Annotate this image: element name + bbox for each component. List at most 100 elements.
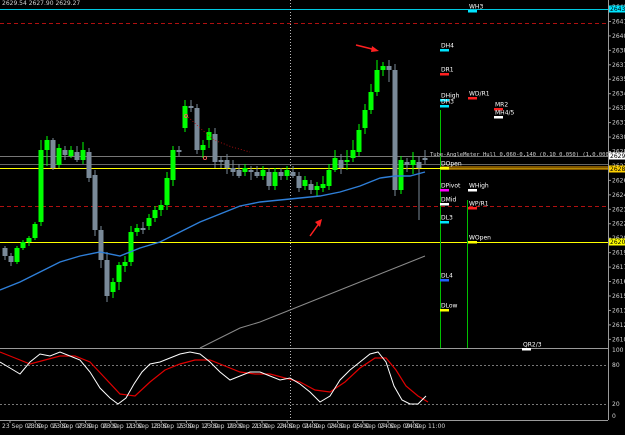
level-label: DL3 (441, 215, 453, 222)
price-label: 2613.70 (612, 307, 625, 314)
candle-bull (242, 168, 248, 172)
price-tag: 2629.27 (609, 152, 625, 160)
price-tag-label: 2643.90 (610, 6, 625, 13)
trading-chart-window[interactable]: 2629.54 2627.90 2629.27 WH3DH4DR1DHighDH… (0, 0, 625, 435)
price-label: 2615.05 (612, 293, 625, 300)
candle-bull (170, 150, 176, 180)
candle-bear (392, 70, 398, 190)
candle-bull (200, 145, 206, 150)
candle-bull (272, 172, 278, 186)
candle-bull (356, 130, 362, 152)
candle-bull (56, 148, 62, 165)
candle-bear (98, 230, 104, 260)
candle-bear (290, 172, 296, 176)
candle-bull (110, 282, 116, 292)
oscillator-label: 100 (612, 347, 624, 354)
candle-bear (86, 152, 92, 178)
price-tag-label: 2629.27 (610, 153, 625, 160)
level-label: DLow (441, 303, 458, 310)
level-label: DOpen (441, 161, 462, 168)
price-label: 2640.00 (612, 33, 625, 40)
price-label: 2626.15 (612, 177, 625, 184)
candle-bull (32, 224, 38, 238)
zone-band (440, 166, 608, 170)
price-label: 2624.75 (612, 192, 625, 199)
price-label: 2622.00 (612, 221, 625, 228)
level-label: QR2/3 (523, 342, 542, 349)
candle-bull (362, 110, 368, 128)
candle-bear (62, 150, 68, 155)
candle-bear (404, 162, 410, 165)
price-label: 2638.60 (612, 47, 625, 54)
price-tag: 2643.90 (609, 5, 625, 13)
candle-bull (284, 170, 290, 176)
candle-bull (260, 170, 266, 176)
candle-bull (128, 232, 134, 262)
candle-bull (320, 184, 326, 188)
candle-bear (212, 134, 218, 162)
candle-bear (92, 175, 98, 230)
level-label: WOpen (469, 235, 491, 242)
price-label: 2612.30 (612, 322, 625, 329)
price-label: 2637.25 (612, 62, 625, 69)
level-label: WH3 (469, 4, 483, 11)
candle-bear (188, 106, 194, 108)
candle-bull (302, 180, 308, 186)
candle-bear (278, 172, 284, 176)
candle-bear (194, 108, 200, 150)
level-label: DH3 (441, 99, 454, 106)
candle-bull (326, 170, 332, 186)
candle-bull (158, 205, 164, 210)
price-label: 2619.25 (612, 250, 625, 257)
price-tag-label: 2628.20 (610, 166, 625, 173)
candle-bull (152, 210, 158, 218)
candle-bull (80, 150, 86, 160)
candle-bull (134, 228, 140, 232)
candle-bull (314, 186, 320, 190)
candle-bear (338, 160, 344, 168)
candle-bull (206, 132, 212, 140)
candle-bear (2, 248, 8, 256)
level-label: MR2 (495, 102, 508, 109)
candle-bull (350, 150, 356, 158)
price-tag: 2620.40 (609, 238, 625, 246)
candle-bull (38, 150, 44, 222)
oscillator-label: 20 (612, 401, 620, 408)
price-label: 2630.30 (612, 134, 625, 141)
candle-bull (374, 70, 380, 92)
candle-bull (20, 242, 26, 248)
price-tag: 2628.20 (609, 165, 625, 173)
candle-bear (230, 168, 236, 172)
candle-bull (164, 178, 170, 205)
candle-bear (218, 160, 224, 162)
candle-bear (416, 162, 422, 168)
ohlc-readout: 2629.54 2627.90 2629.27 (2, 0, 80, 7)
price-label: 2623.40 (612, 206, 625, 213)
candle-bull (44, 140, 50, 150)
price-label: 2631.70 (612, 120, 625, 127)
price-label: 2634.45 (612, 91, 625, 98)
candle-bear (254, 172, 260, 176)
candle-bear (422, 158, 428, 160)
price-label: 2616.45 (612, 279, 625, 286)
candle-bear (386, 66, 392, 70)
price-label: 2610.90 (612, 336, 625, 343)
candle-bull (122, 262, 128, 266)
candle-bull (398, 160, 404, 190)
candle-bull (26, 238, 32, 242)
candle-bear (104, 260, 110, 296)
candle-bear (266, 172, 272, 186)
candle-bear (236, 170, 242, 176)
price-label: 2617.85 (612, 264, 625, 271)
candle-bull (344, 160, 350, 162)
oscillator-label: 80 (612, 362, 620, 369)
candle-bull (410, 160, 416, 165)
candle-bull (332, 158, 338, 170)
candle-bull (368, 92, 374, 110)
time-label: 24 Sep 11:00 (405, 423, 445, 430)
level-label: WHigh (469, 183, 489, 190)
candle-bear (308, 184, 314, 190)
candle-bear (74, 152, 80, 160)
candle-bull (68, 150, 74, 156)
price-label: 2635.85 (612, 76, 625, 83)
